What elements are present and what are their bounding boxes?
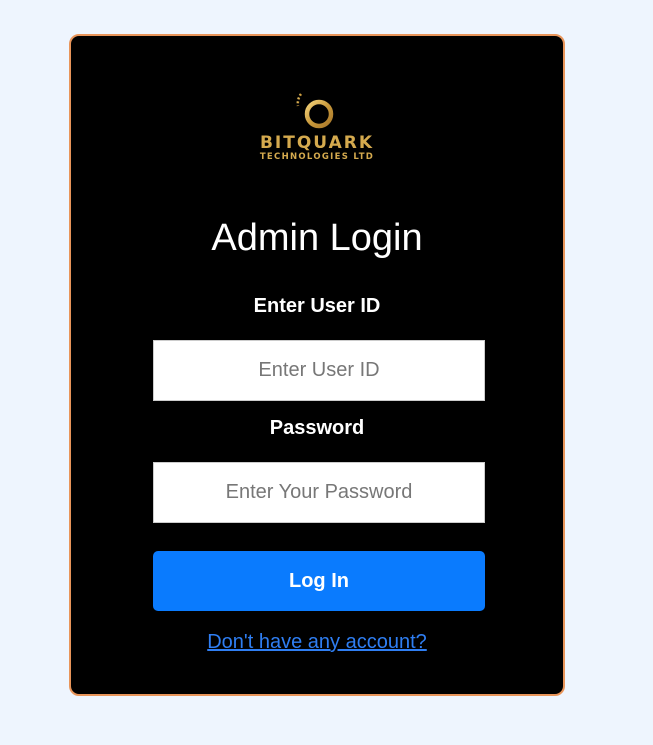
password-input[interactable] — [153, 462, 485, 523]
login-button[interactable]: Log In — [153, 551, 485, 611]
brand-subtitle: TECHNOLOGIES LTD — [259, 152, 375, 162]
brand-logo: BITQUARK TECHNOLOGIES LTD — [71, 88, 563, 163]
signup-link[interactable]: Don't have any account? — [207, 631, 427, 653]
user-id-label: Enter User ID — [253, 295, 381, 317]
user-id-input[interactable] — [153, 340, 485, 401]
bitquark-logo-icon — [296, 88, 334, 131]
page-title: Admin Login — [211, 217, 423, 259]
login-card: BITQUARK TECHNOLOGIES LTD Admin Login En… — [69, 34, 565, 696]
password-label: Password — [269, 417, 365, 439]
signup-link-container: Don't have any account? — [71, 629, 563, 655]
brand-name: BITQUARK — [259, 133, 375, 153]
